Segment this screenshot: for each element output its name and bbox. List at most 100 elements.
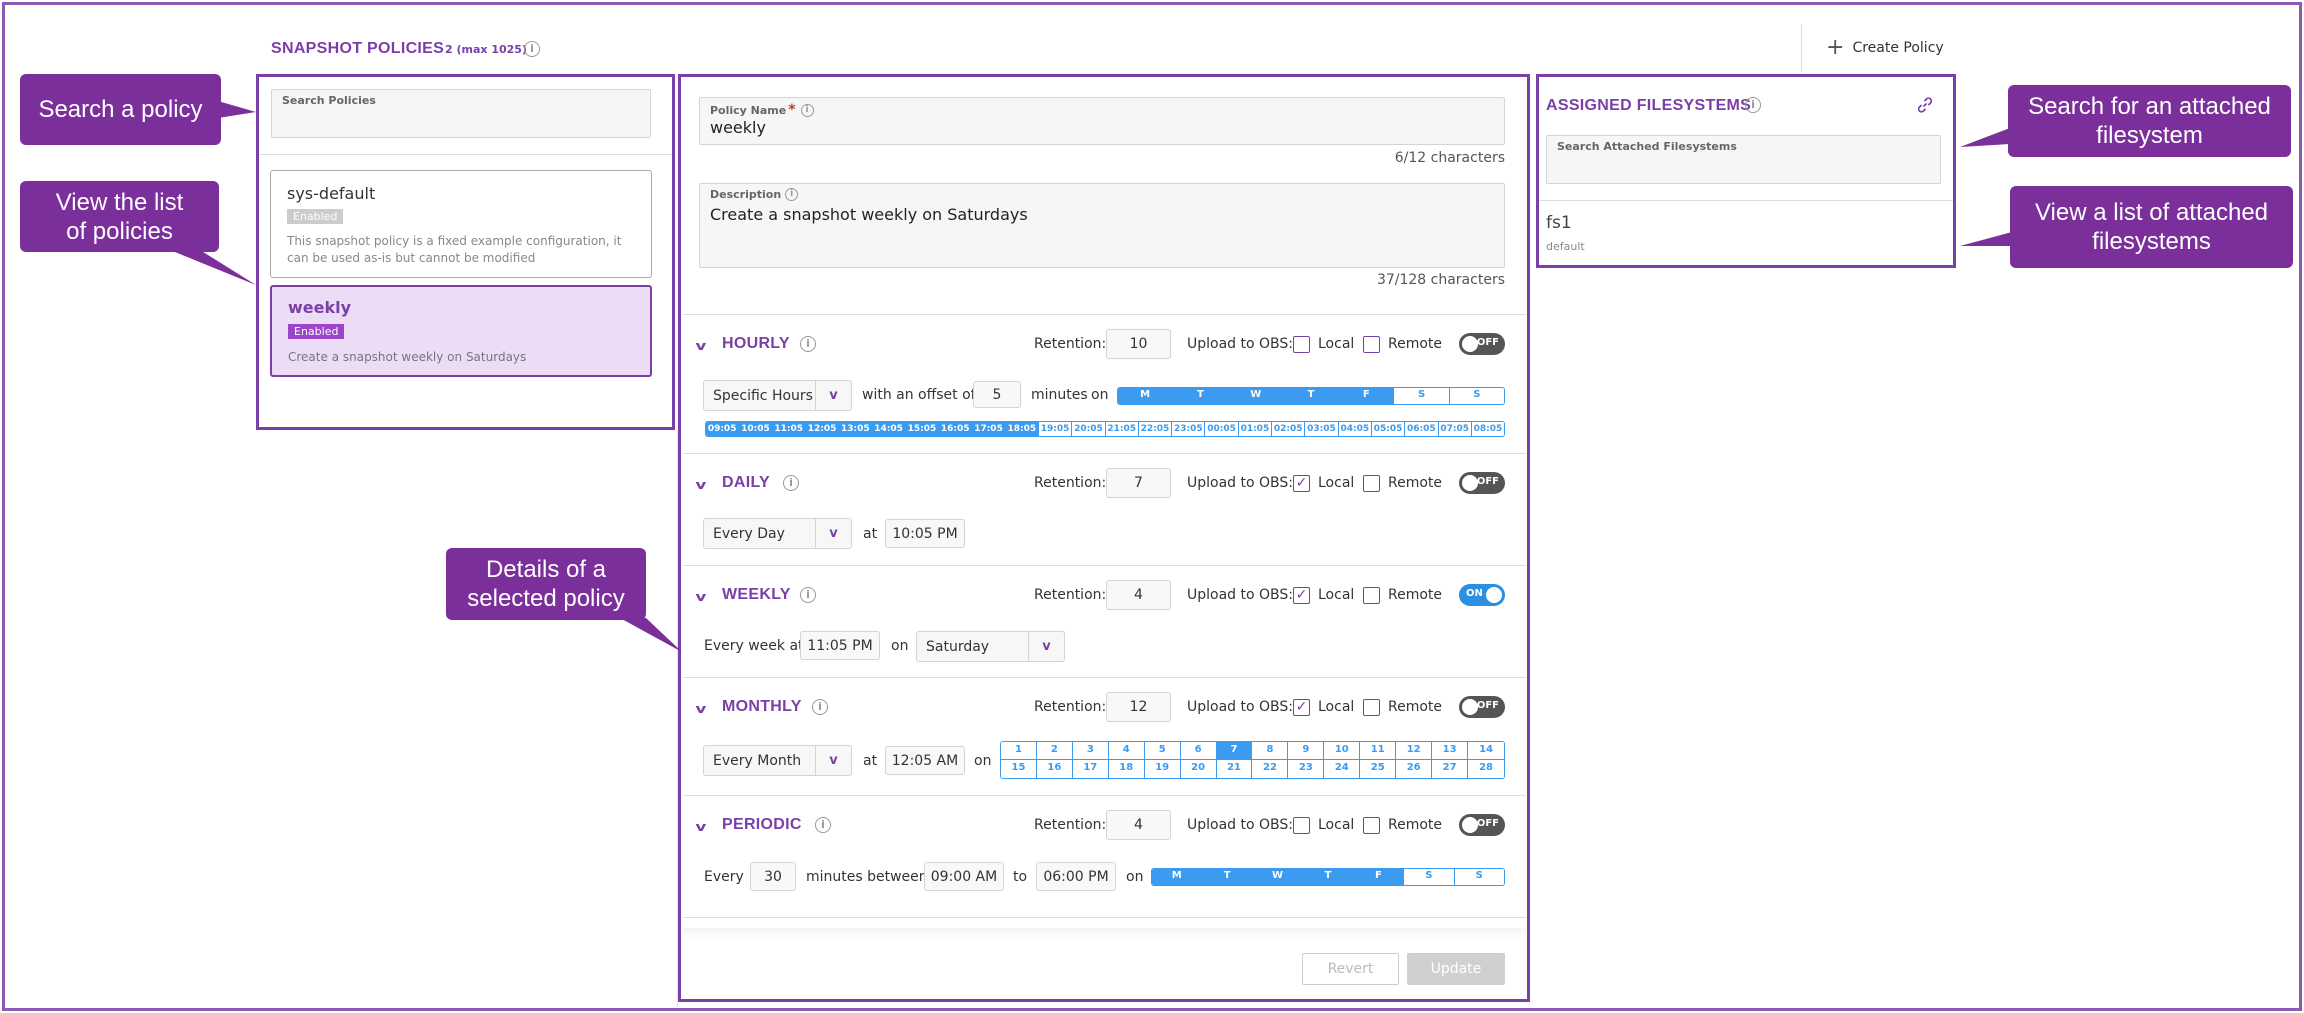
month-day-toggle[interactable]: 26 <box>1396 760 1433 778</box>
day-toggle[interactable]: F <box>1353 869 1405 885</box>
hour-toggle[interactable]: 09:05 <box>706 422 740 436</box>
weekly-day-select[interactable]: Saturday v <box>916 631 1065 662</box>
hour-toggle[interactable]: 18:05 <box>1005 422 1039 436</box>
daily-local-checkbox[interactable]: ✓ <box>1293 475 1310 492</box>
day-toggle[interactable]: T <box>1173 388 1229 404</box>
day-toggle[interactable]: S <box>1454 869 1504 885</box>
day-toggle[interactable]: W <box>1252 869 1304 885</box>
monthly-time-input[interactable]: 12:05 AM <box>885 746 965 775</box>
search-policies-input[interactable]: Search Policies <box>271 89 651 138</box>
month-day-toggle[interactable]: 7 <box>1216 742 1253 760</box>
monthly-mode-select[interactable]: Every Month v <box>703 745 852 776</box>
hour-toggle[interactable]: 07:05 <box>1438 422 1472 436</box>
month-day-toggle[interactable]: 27 <box>1432 760 1469 778</box>
month-day-toggle[interactable]: 8 <box>1252 742 1289 760</box>
hourly-mode-select[interactable]: Specific Hours v <box>703 380 852 411</box>
month-day-toggle[interactable]: 28 <box>1468 760 1504 778</box>
month-day-toggle[interactable]: 2 <box>1036 742 1073 760</box>
month-day-toggle[interactable]: 1 <box>1001 742 1037 760</box>
month-day-toggle[interactable]: 16 <box>1036 760 1073 778</box>
info-icon[interactable]: i <box>783 475 799 491</box>
hour-toggle[interactable]: 21:05 <box>1105 422 1139 436</box>
daily-title[interactable]: DAILY <box>722 474 770 492</box>
day-toggle[interactable]: F <box>1339 388 1395 404</box>
chevron-down-icon[interactable]: v <box>695 702 706 716</box>
periodic-end-input[interactable]: 06:00 PM <box>1036 862 1116 891</box>
hour-toggle[interactable]: 11:05 <box>772 422 806 436</box>
month-day-toggle[interactable]: 15 <box>1001 760 1037 778</box>
info-icon[interactable]: i <box>800 103 814 117</box>
month-day-toggle[interactable]: 14 <box>1468 742 1504 760</box>
filesystem-name[interactable]: fs1 <box>1546 213 1572 233</box>
link-icon[interactable] <box>1916 96 1934 118</box>
month-day-toggle[interactable]: 4 <box>1108 742 1145 760</box>
policy-item-weekly[interactable]: weekly Enabled Create a snapshot weekly … <box>270 285 652 377</box>
day-toggle[interactable]: S <box>1404 869 1455 885</box>
month-day-toggle[interactable]: 19 <box>1144 760 1181 778</box>
policy-item-sys-default[interactable]: sys-default Enabled This snapshot policy… <box>270 170 652 278</box>
hour-toggle[interactable]: 05:05 <box>1371 422 1406 436</box>
hourly-retention-input[interactable]: 10 <box>1106 329 1171 359</box>
daily-mode-select[interactable]: Every Day v <box>703 518 852 549</box>
chevron-down-icon[interactable]: v <box>695 590 706 604</box>
month-day-toggle[interactable]: 25 <box>1360 760 1397 778</box>
info-icon[interactable]: i <box>815 817 831 833</box>
month-day-toggle[interactable]: 18 <box>1108 760 1145 778</box>
day-toggle[interactable]: W <box>1228 388 1284 404</box>
hour-toggle[interactable]: 10:05 <box>739 422 773 436</box>
hour-toggle[interactable]: 01:05 <box>1238 422 1273 436</box>
info-icon[interactable]: i <box>800 336 816 352</box>
day-toggle[interactable]: T <box>1202 869 1253 885</box>
hour-toggle[interactable]: 04:05 <box>1338 422 1372 436</box>
day-toggle[interactable]: S <box>1449 388 1504 404</box>
month-day-toggle[interactable]: 21 <box>1216 760 1253 778</box>
hour-toggle[interactable]: 14:05 <box>872 422 906 436</box>
month-day-toggle[interactable]: 22 <box>1252 760 1289 778</box>
periodic-title[interactable]: PERIODIC <box>722 816 802 834</box>
day-toggle[interactable]: T <box>1283 388 1340 404</box>
weekly-toggle[interactable]: ON <box>1459 584 1505 606</box>
day-toggle[interactable]: M <box>1118 388 1174 404</box>
hour-toggle[interactable]: 00:05 <box>1205 422 1239 436</box>
month-day-toggle[interactable]: 11 <box>1360 742 1397 760</box>
hour-toggle[interactable]: 15:05 <box>905 422 940 436</box>
periodic-remote-checkbox[interactable] <box>1363 817 1380 834</box>
periodic-retention-input[interactable]: 4 <box>1106 810 1171 840</box>
hourly-title[interactable]: HOURLY <box>722 335 790 353</box>
hour-toggle[interactable]: 08:05 <box>1471 422 1504 436</box>
month-day-toggle[interactable]: 6 <box>1180 742 1217 760</box>
daily-retention-input[interactable]: 7 <box>1106 468 1171 498</box>
hour-toggle[interactable]: 06:05 <box>1405 422 1439 436</box>
hour-toggle[interactable]: 23:05 <box>1172 422 1206 436</box>
day-toggle[interactable]: M <box>1152 869 1203 885</box>
monthly-remote-checkbox[interactable] <box>1363 699 1380 716</box>
hour-toggle[interactable]: 20:05 <box>1072 422 1106 436</box>
hourly-remote-checkbox[interactable] <box>1363 336 1380 353</box>
monthly-retention-input[interactable]: 12 <box>1106 692 1171 722</box>
monthly-local-checkbox[interactable]: ✓ <box>1293 699 1310 716</box>
month-day-toggle[interactable]: 20 <box>1180 760 1217 778</box>
create-policy-button[interactable]: + Create Policy <box>1826 37 1944 59</box>
daily-time-input[interactable]: 10:05 PM <box>885 519 965 548</box>
hourly-local-checkbox[interactable] <box>1293 336 1310 353</box>
month-day-toggle[interactable]: 13 <box>1432 742 1469 760</box>
periodic-start-input[interactable]: 09:00 AM <box>924 862 1004 891</box>
hour-toggle[interactable]: 17:05 <box>972 422 1006 436</box>
chevron-down-icon[interactable]: v <box>695 820 706 834</box>
chevron-down-icon[interactable]: v <box>695 339 706 353</box>
policy-name-field[interactable]: Policy Name * i weekly <box>699 97 1505 145</box>
month-day-toggle[interactable]: 10 <box>1324 742 1361 760</box>
month-day-toggle[interactable]: 3 <box>1072 742 1109 760</box>
weekly-time-input[interactable]: 11:05 PM <box>800 631 880 660</box>
hour-toggle[interactable]: 16:05 <box>939 422 973 436</box>
hourly-toggle[interactable]: OFF <box>1459 333 1505 355</box>
monthly-toggle[interactable]: OFF <box>1459 696 1505 718</box>
weekly-title[interactable]: WEEKLY <box>722 586 791 604</box>
month-day-toggle[interactable]: 12 <box>1396 742 1433 760</box>
hour-toggle[interactable]: 22:05 <box>1138 422 1173 436</box>
weekly-local-checkbox[interactable]: ✓ <box>1293 587 1310 604</box>
weekly-retention-input[interactable]: 4 <box>1106 580 1171 610</box>
hourly-offset-input[interactable]: 5 <box>973 381 1021 408</box>
hour-toggle[interactable]: 13:05 <box>839 422 873 436</box>
info-icon[interactable]: i <box>524 41 540 57</box>
